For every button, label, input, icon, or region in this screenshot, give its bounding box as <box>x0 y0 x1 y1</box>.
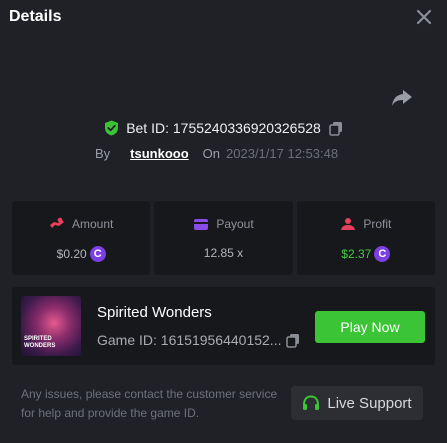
stat-amount: Amount $0.20 C <box>12 201 151 275</box>
bet-stats: Amount $0.20 C Payout 12.85 x Profit $2.… <box>12 201 435 275</box>
live-support-label: Live Support <box>327 394 412 412</box>
game-id-row: Game ID: 16151956440152... <box>97 332 300 348</box>
coin-icon: C <box>374 246 391 262</box>
dialog-header: Details <box>0 0 447 38</box>
share-icon[interactable] <box>391 88 413 108</box>
stat-payout-label: Payout <box>216 217 254 231</box>
username-link[interactable]: tsunkooo <box>130 146 189 161</box>
copy-icon[interactable] <box>286 333 300 348</box>
game-thumbnail-caption: SPIRITED WONDERS <box>24 336 56 349</box>
play-now-button[interactable]: Play Now <box>315 311 425 343</box>
bet-meta-row: By tsunkooo On 2023/1/17 12:53:48 <box>95 146 338 164</box>
wallet-icon <box>194 218 209 230</box>
stat-payout: Payout 12.85 x <box>154 201 293 275</box>
stat-profit-value: $2.37 <box>341 247 372 261</box>
stat-amount-value: $0.20 <box>56 247 87 261</box>
close-icon[interactable] <box>415 6 433 28</box>
stat-profit-label: Profit <box>363 217 392 231</box>
bet-date: 2023/1/17 12:53:48 <box>226 146 339 161</box>
bet-id-row: Bet ID: 1755240336920326528 <box>0 118 447 138</box>
amount-icon <box>49 217 64 228</box>
bet-id: Bet ID: 1755240336920326528 <box>126 120 321 136</box>
stat-payout-value: 12.85 x <box>203 246 244 260</box>
on-label: On <box>202 146 221 161</box>
copy-icon[interactable] <box>329 121 343 136</box>
stat-amount-label: Amount <box>71 217 114 231</box>
game-card: SPIRITED WONDERS Spirited Wonders Game I… <box>12 287 435 365</box>
support-note: Any issues, please contact the customer … <box>21 387 278 420</box>
game-id: Game ID: 16151956440152... <box>97 332 282 348</box>
live-support-button[interactable]: Live Support <box>291 386 423 420</box>
shield-check-icon <box>105 120 119 136</box>
headset-icon <box>303 394 320 410</box>
game-thumbnail[interactable]: SPIRITED WONDERS <box>21 296 81 356</box>
dialog-title: Details <box>9 8 62 25</box>
stat-profit: Profit $2.37 C <box>296 201 435 275</box>
profit-icon <box>341 218 356 230</box>
by-label: By <box>95 146 111 161</box>
game-name[interactable]: Spirited Wonders <box>97 304 212 321</box>
coin-icon: C <box>89 246 106 262</box>
